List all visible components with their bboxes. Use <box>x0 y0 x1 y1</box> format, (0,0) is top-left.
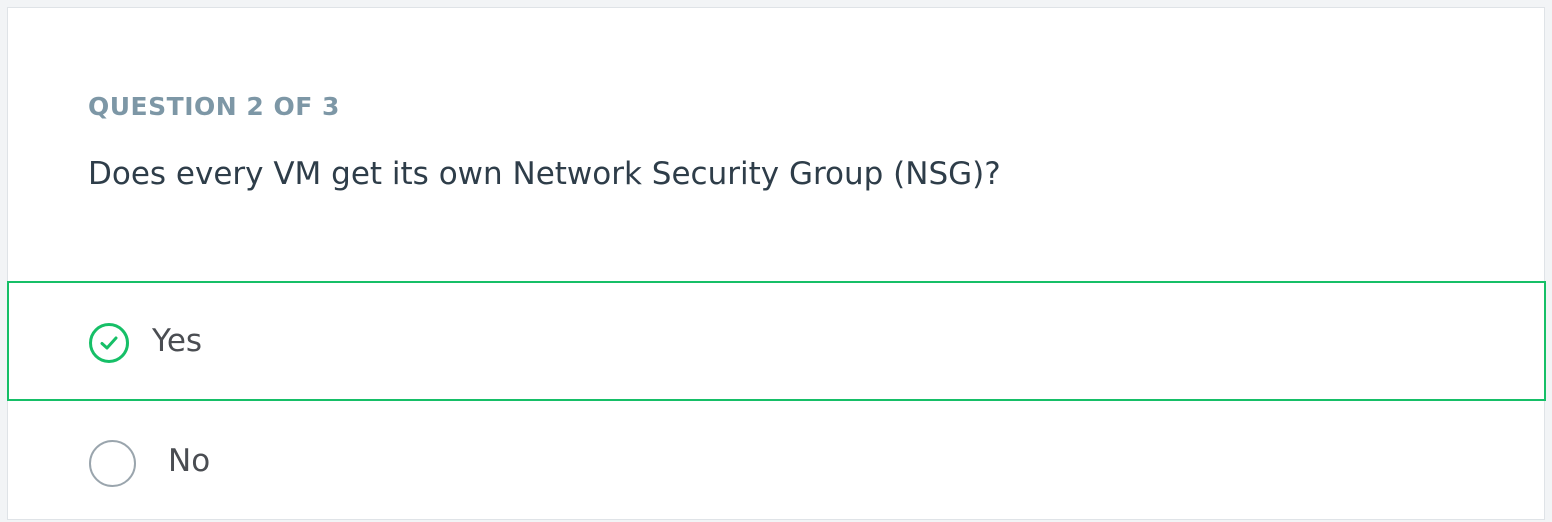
question-text: Does every VM get its own Network Securi… <box>88 156 1001 192</box>
empty-radio-icon[interactable] <box>89 440 136 487</box>
quiz-card: QUESTION 2 OF 3 Does every VM get its ow… <box>7 7 1546 521</box>
check-circle-icon[interactable] <box>89 323 129 363</box>
question-counter: QUESTION 2 OF 3 <box>88 92 340 121</box>
answer-label-no: No <box>168 443 211 479</box>
answer-option-no[interactable]: No <box>8 401 1546 521</box>
answer-option-yes[interactable]: Yes <box>7 281 1546 401</box>
answer-label-yes: Yes <box>152 323 203 359</box>
